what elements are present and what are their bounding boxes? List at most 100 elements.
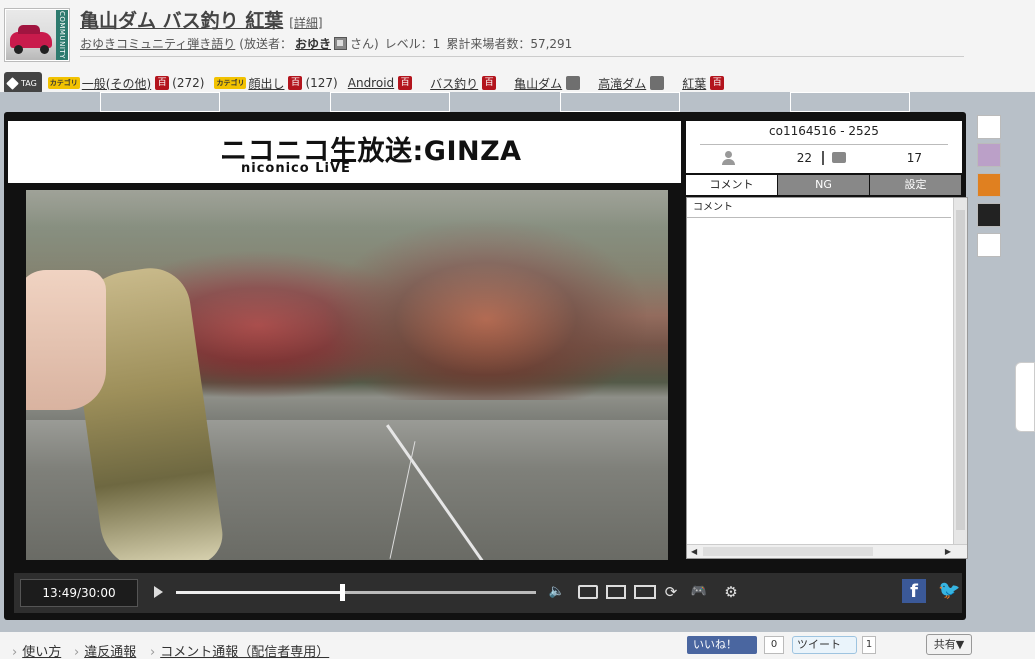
visitor-count: 累計来場者数：57,291 [446, 37, 573, 51]
tag-general[interactable]: 一般(その他) [82, 75, 151, 92]
tweet-button[interactable]: ツイート [792, 636, 857, 654]
video-scene [26, 270, 106, 410]
stats-separator [822, 151, 824, 165]
facebook-like-button[interactable]: いいね！ [687, 636, 757, 654]
comment-vertical-scrollbar[interactable] [953, 198, 967, 544]
help-link-label: 使い方 [22, 645, 62, 659]
bg-tile [330, 92, 450, 112]
tag-bass-fishing[interactable]: バス釣り [430, 75, 478, 92]
report-link[interactable]: 違反通報 [74, 641, 136, 659]
broadcaster-label: (放送者： [239, 37, 292, 51]
tweet-count: 1 [862, 636, 876, 654]
comment-toggle-icon[interactable] [578, 585, 598, 599]
broadcaster-suffix: さん) [349, 37, 379, 51]
niconico-live-logo: niconico LiVE [241, 161, 351, 176]
scroll-left-icon[interactable]: ◀ [691, 547, 697, 556]
bg-tile [560, 92, 680, 112]
share-button[interactable]: 共有▼ [926, 634, 972, 655]
side-panel-tab[interactable] [1015, 362, 1035, 432]
comment-horizontal-scrollbar[interactable]: ◀ ▶ [687, 544, 967, 558]
comment-list[interactable]: コメント ◀ ▶ [686, 197, 968, 559]
scrollbar-thumb[interactable] [956, 210, 965, 530]
broadcaster-name[interactable]: おゆき [295, 35, 331, 52]
comment-tabs: コメント NG 設定 [686, 175, 962, 195]
tag-label-text: TAG [21, 78, 37, 88]
like-count: 0 [764, 636, 784, 654]
category-badge: カテゴリ [214, 77, 247, 89]
seek-progress [176, 591, 342, 594]
dictionary-icon[interactable] [650, 76, 665, 90]
seek-handle[interactable] [339, 584, 345, 601]
detail-link[interactable]: [詳細] [289, 14, 322, 31]
car-wheel [14, 45, 23, 54]
tag-list: TAG カテゴリ 一般(その他) 百 (272) カテゴリ 顔出し 百 (127… [4, 72, 727, 94]
viewer-count: 22 [796, 151, 812, 165]
help-link[interactable]: 使い方 [12, 641, 61, 659]
tag-android[interactable]: Android [348, 76, 394, 90]
comment-report-link-label: コメント通報（配信者専用） [160, 645, 330, 659]
side-thumb[interactable] [977, 233, 1001, 257]
time-display: 13:49/30:00 [20, 579, 138, 607]
dictionary-icon[interactable]: 百 [710, 76, 725, 90]
stats-divider [700, 144, 948, 145]
title-row: 亀山ダム バス釣り 紅葉 [詳細] [80, 6, 323, 32]
side-thumb[interactable] [977, 173, 1001, 197]
tag-icon [6, 76, 19, 90]
screen-size-icon[interactable] [634, 585, 656, 599]
header: COMMUNITY 亀山ダム バス釣り 紅葉 [詳細] おゆきコミュニティ弾き語… [0, 0, 1035, 94]
side-thumb[interactable] [977, 143, 1001, 167]
dictionary-icon[interactable] [566, 76, 581, 90]
footer: 使い方 違反通報 コメント通報（配信者専用） [0, 632, 1035, 659]
tab-comments[interactable]: コメント [686, 175, 778, 195]
report-link-label: 違反通報 [84, 645, 137, 659]
facebook-icon[interactable]: f [902, 579, 926, 603]
volume-icon[interactable]: 🔈 [548, 584, 566, 600]
dictionary-icon[interactable]: 百 [155, 76, 170, 90]
broadcast-info: おゆきコミュニティ弾き語り (放送者： おゆき さん) レベル：1 累計来場者数… [80, 35, 572, 52]
comment-column-header: コメント [687, 198, 951, 218]
tag-kameyama-dam[interactable]: 亀山ダム [514, 75, 562, 92]
community-band: COMMUNITY [56, 10, 68, 60]
community-link[interactable]: おゆきコミュニティ弾き語り [80, 35, 235, 52]
side-thumb[interactable] [977, 115, 1001, 139]
category-badge: カテゴリ [47, 77, 80, 89]
tab-settings[interactable]: 設定 [870, 175, 962, 195]
twitter-icon[interactable]: 🐦 [938, 581, 960, 601]
header-divider [80, 56, 964, 57]
tag-count: (127) [305, 76, 338, 90]
viewer-icon [721, 151, 735, 165]
video-frame[interactable] [26, 190, 668, 560]
comment-report-link[interactable]: コメント通報（配信者専用） [150, 641, 329, 659]
dictionary-icon[interactable]: 百 [288, 76, 303, 90]
car-wheel [40, 45, 49, 54]
live-id: co1164516 - 2525 [769, 124, 879, 138]
live-title[interactable]: 亀山ダム バス釣り 紅葉 [80, 6, 283, 33]
comment-count-icon [832, 152, 846, 163]
reload-icon[interactable]: ⟳ [662, 584, 680, 600]
scroll-right-icon[interactable]: ▶ [945, 547, 951, 556]
community-thumbnail-image [6, 10, 57, 60]
tag-face[interactable]: 顔出し [248, 75, 284, 92]
app-icon[interactable]: 🎮 [688, 584, 710, 600]
bg-tile [100, 92, 220, 112]
ng-icon[interactable] [606, 585, 626, 599]
dictionary-icon[interactable]: 百 [482, 76, 497, 90]
community-level: レベル：1 [384, 37, 441, 51]
community-thumbnail[interactable]: COMMUNITY [4, 8, 70, 62]
stats-panel: co1164516 - 2525 22 17 [686, 121, 962, 173]
tag-takataki-dam[interactable]: 高滝ダム [598, 75, 646, 92]
play-icon[interactable] [154, 586, 163, 598]
scrollbar-thumb[interactable] [703, 547, 873, 556]
side-thumb[interactable] [977, 203, 1001, 227]
tag-count: (272) [172, 76, 205, 90]
logo-panel: ニコニコ生放送:GINZA niconico LiVE [8, 121, 681, 183]
tag-autumn-leaves[interactable]: 紅葉 [682, 75, 706, 92]
tab-ng[interactable]: NG [778, 175, 870, 195]
tag-label: TAG [4, 72, 42, 94]
player-controls: 13:49/30:00 🔈 ⟳ 🎮 ⚙ f 🐦 [14, 573, 962, 613]
dictionary-icon[interactable]: 百 [398, 76, 413, 90]
gear-icon[interactable]: ⚙ [720, 584, 742, 600]
broadcaster-icon[interactable] [333, 37, 347, 50]
comment-count: 17 [906, 151, 922, 165]
bg-tile [790, 92, 910, 112]
